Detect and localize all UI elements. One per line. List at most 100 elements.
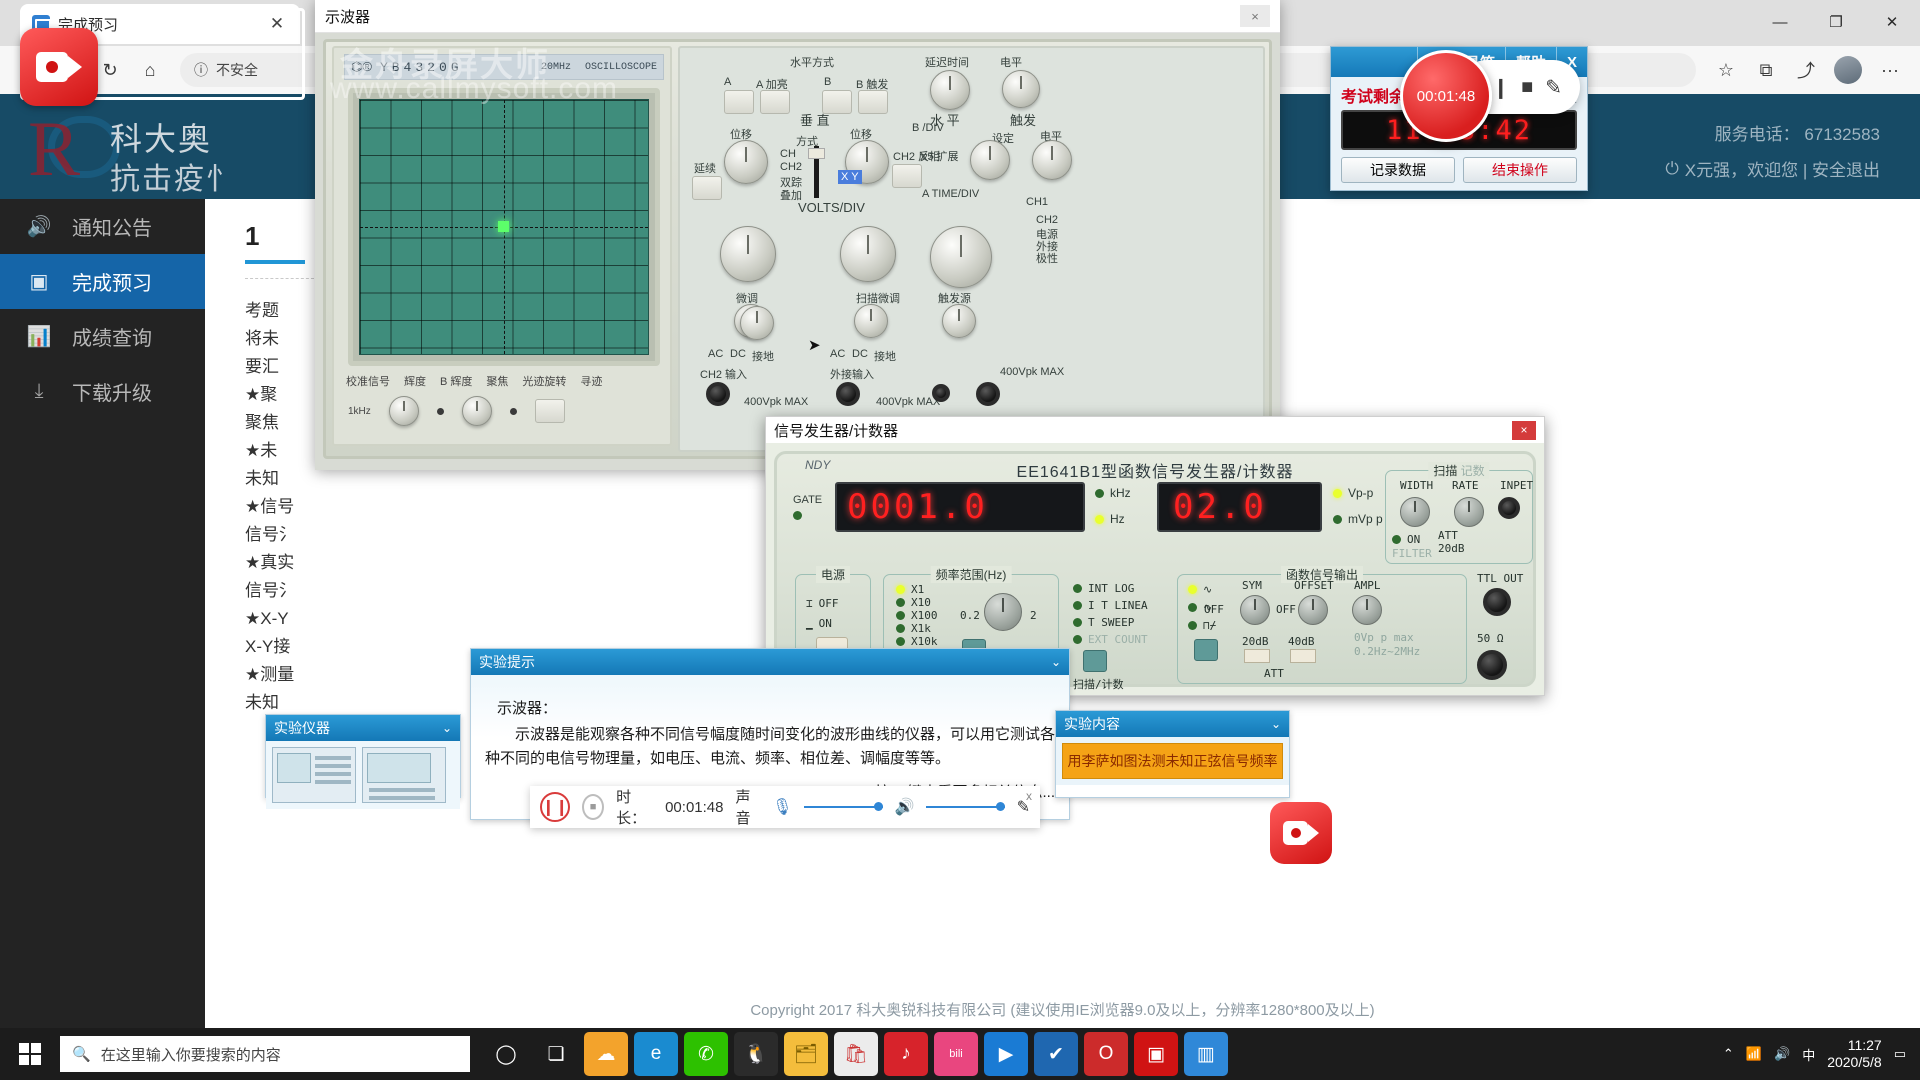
trigger-level-knob[interactable]: [1032, 140, 1072, 180]
mode-int-log-row[interactable]: INT LOG: [1073, 582, 1134, 595]
sweep-width-knob[interactable]: [1400, 497, 1430, 527]
horizontal-mode-a-bright-button[interactable]: [760, 90, 790, 114]
bilibili-icon[interactable]: bili: [934, 1032, 978, 1076]
instrument-thumbnail-oscilloscope[interactable]: [272, 747, 356, 803]
contacts-icon[interactable]: ▥: [1184, 1032, 1228, 1076]
ext-bnc-connector[interactable]: [976, 382, 1000, 406]
ime-indicator[interactable]: 中: [1802, 1045, 1815, 1064]
oscilloscope-close-button[interactable]: ×: [1240, 5, 1270, 27]
chevron-down-icon[interactable]: ⌄: [1051, 655, 1061, 669]
waveform-sine-row[interactable]: ∿: [1188, 583, 1212, 596]
volume-icon[interactable]: 🔊: [1774, 1046, 1790, 1062]
speaker-icon[interactable]: 🔊: [895, 797, 915, 817]
microsoft-store-icon[interactable]: 🛍: [834, 1032, 878, 1076]
mode-sweep-row[interactable]: T SWEEP: [1073, 616, 1134, 629]
screen-recorder-icon[interactable]: ▣: [1134, 1032, 1178, 1076]
waveform-square-row[interactable]: ⊓⌿: [1188, 619, 1216, 632]
maximize-button[interactable]: ❐: [1808, 0, 1864, 44]
ch2-volts-div-knob[interactable]: [840, 226, 896, 282]
cloud-app-icon[interactable]: ☁: [584, 1032, 628, 1076]
chevron-down-icon[interactable]: ⌄: [442, 721, 452, 735]
content-panel-header[interactable]: 实验内容 ⌄: [1056, 711, 1289, 737]
qq-icon[interactable]: 🐧: [734, 1032, 778, 1076]
range-x1k-row[interactable]: X1k: [896, 622, 931, 635]
start-button[interactable]: [0, 1028, 60, 1080]
ch1-volts-div-knob[interactable]: [720, 226, 776, 282]
notification-icon[interactable]: ▭: [1894, 1046, 1906, 1062]
time-div-knob[interactable]: [970, 140, 1010, 180]
vertical-shift-ch1-knob[interactable]: [724, 140, 768, 184]
att-20db-button[interactable]: 20dB: [1242, 635, 1269, 648]
instruments-panel-header[interactable]: 实验仪器 ⌄: [266, 715, 460, 741]
share-icon[interactable]: ⤴: [1786, 52, 1826, 88]
output-connector[interactable]: [1477, 650, 1507, 680]
sidebar-item-grades[interactable]: 📊 成绩查询: [0, 309, 205, 364]
sweep-fine-knob[interactable]: [942, 304, 976, 338]
frequency-dial-knob[interactable]: [984, 593, 1022, 631]
sidebar-item-preview[interactable]: ▣ 完成预习: [0, 254, 205, 309]
delay-hold-button[interactable]: [692, 176, 722, 200]
instrument-thumbnail-signal-generator[interactable]: [362, 747, 446, 803]
player-close-button[interactable]: x: [1026, 789, 1032, 803]
signal-generator-titlebar[interactable]: 信号发生器/计数器 ×: [766, 417, 1544, 443]
crt-screen[interactable]: [359, 99, 649, 355]
mode-ext-count-row[interactable]: EXT COUNT: [1073, 633, 1148, 646]
intensity-knob[interactable]: [388, 396, 419, 426]
range-x1-row[interactable]: X1: [896, 583, 924, 596]
att-40db-button[interactable]: 40dB: [1288, 635, 1315, 648]
tips-panel-header[interactable]: 实验提示 ⌄: [471, 649, 1069, 675]
stop-icon[interactable]: ■: [1521, 76, 1533, 99]
avatar[interactable]: [1834, 56, 1862, 84]
pause-icon[interactable]: ❙❙: [540, 792, 570, 822]
att-40db-switch[interactable]: [1290, 649, 1316, 663]
chevron-up-icon[interactable]: ⌃: [1723, 1046, 1734, 1062]
microphone-icon[interactable]: 🎙: [772, 797, 792, 817]
range-x100-row[interactable]: X100: [896, 609, 938, 622]
sweep-input-connector[interactable]: [1498, 497, 1520, 519]
stop-icon[interactable]: ■: [582, 794, 605, 820]
ch2-invert-button[interactable]: [892, 164, 922, 188]
more-icon[interactable]: ···: [1870, 52, 1910, 88]
wechat-icon[interactable]: ✆: [684, 1032, 728, 1076]
pencil-icon[interactable]: ✎: [1545, 75, 1562, 100]
ch1-bnc-connector[interactable]: [706, 382, 730, 406]
favorites-icon[interactable]: ☆: [1706, 52, 1746, 88]
edge-icon[interactable]: e: [634, 1032, 678, 1076]
netease-music-icon[interactable]: ♪: [884, 1032, 928, 1076]
taskbar-search[interactable]: 🔍 在这里输入你要搜索的内容: [60, 1036, 470, 1072]
mic-volume-slider[interactable]: [804, 802, 883, 811]
horizontal-mode-a-button[interactable]: [724, 90, 754, 114]
end-operation-button[interactable]: 结束操作: [1463, 157, 1577, 183]
taskbar-clock[interactable]: 11:27 2020/5/8: [1827, 1037, 1882, 1071]
mode-slider-thumb[interactable]: [808, 148, 825, 159]
ttl-out-connector[interactable]: [1483, 588, 1511, 616]
ch2-bnc-connector[interactable]: [836, 382, 860, 406]
delay-time-knob[interactable]: [930, 70, 970, 110]
sweep-time-div-knob[interactable]: [930, 226, 992, 288]
sweep-count-button[interactable]: [1083, 650, 1107, 672]
ch2-fine-knob[interactable]: [854, 304, 888, 338]
slider-knob[interactable]: [873, 802, 883, 811]
speaker-volume-slider[interactable]: [926, 802, 1005, 811]
sweep-rate-knob[interactable]: [1454, 497, 1484, 527]
wifi-icon[interactable]: 📶: [1746, 1046, 1762, 1062]
range-x10k-row[interactable]: X10k: [896, 635, 938, 648]
shield-app-icon[interactable]: ✔: [1034, 1032, 1078, 1076]
ampl-knob[interactable]: [1352, 595, 1382, 625]
sidebar-item-notice[interactable]: 🔊 通知公告: [0, 199, 205, 254]
minimize-button[interactable]: —: [1752, 0, 1808, 44]
file-explorer-icon[interactable]: 🗂: [784, 1032, 828, 1076]
range-x10-row[interactable]: X10: [896, 596, 931, 609]
sym-knob[interactable]: [1240, 595, 1270, 625]
signal-generator-close-button[interactable]: ×: [1512, 420, 1536, 440]
chevron-down-icon[interactable]: ⌄: [1271, 717, 1281, 731]
att-20db-switch[interactable]: [1244, 649, 1270, 663]
slider-knob[interactable]: [995, 802, 1005, 811]
mode-linear-row[interactable]: I T LINEA: [1073, 599, 1148, 612]
record-data-button[interactable]: 记录数据: [1341, 157, 1455, 183]
ground-connector[interactable]: [932, 384, 950, 402]
close-button[interactable]: ✕: [1864, 0, 1920, 44]
ch1-coupling-knob[interactable]: [740, 306, 774, 340]
trace-find-button[interactable]: [534, 399, 565, 423]
waveform-select-button[interactable]: [1194, 639, 1218, 661]
